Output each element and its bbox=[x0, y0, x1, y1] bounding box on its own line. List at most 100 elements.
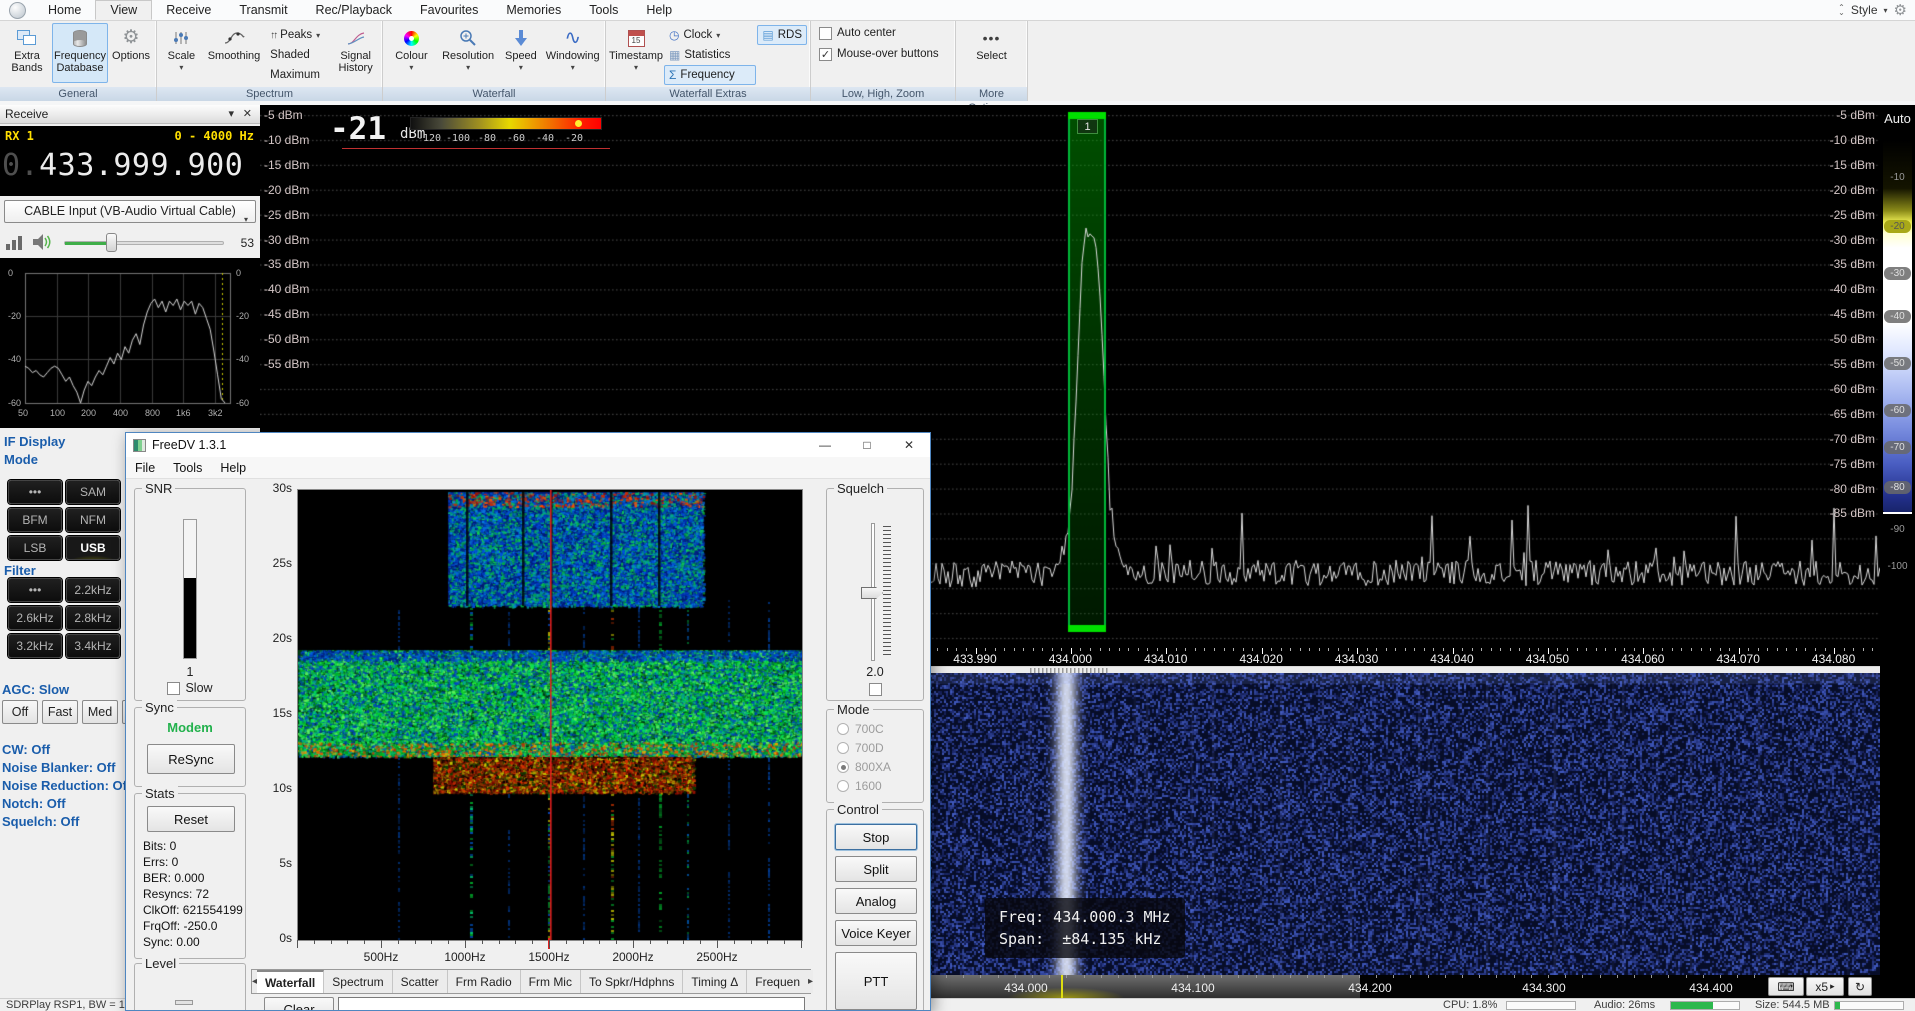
app-menu-button[interactable] bbox=[0, 0, 34, 20]
tab-timing[interactable]: Timing Δ bbox=[683, 970, 747, 993]
gauge-gradient-strip[interactable] bbox=[1883, 140, 1912, 512]
select-button[interactable]: ••• Select bbox=[964, 23, 1020, 83]
smoothing-button[interactable]: Smoothing bbox=[204, 23, 264, 83]
statistics-button[interactable]: ▦Statistics bbox=[664, 45, 756, 65]
tab-frm-radio[interactable]: Frm Radio bbox=[448, 970, 521, 993]
radio-800xa[interactable]: 800XA bbox=[837, 760, 891, 774]
freedv-window[interactable]: FreeDV 1.3.1 — □ ✕ File Tools Help SNR 1… bbox=[125, 432, 931, 1011]
mode-button-usb[interactable]: USB bbox=[66, 536, 120, 560]
timestamp-button[interactable]: 15 Timestamp ▾ bbox=[609, 23, 663, 83]
gear-icon[interactable]: ⚙ bbox=[1894, 1, 1907, 19]
filter-button-2-8[interactable]: 2.8kHz bbox=[66, 606, 120, 630]
tab-frm-mic[interactable]: Frm Mic bbox=[521, 970, 581, 993]
gauge-auto-label[interactable]: Auto bbox=[1880, 111, 1915, 126]
mode-button-lsb[interactable]: LSB bbox=[8, 536, 62, 560]
filter-button-2-2[interactable]: 2.2kHz bbox=[66, 578, 120, 602]
freedv-waterfall-canvas[interactable] bbox=[297, 489, 803, 941]
squelch-status-label[interactable]: Squelch: Off bbox=[2, 814, 79, 829]
recenter-button[interactable]: ↻ bbox=[1848, 977, 1872, 996]
ribbon-tab-view[interactable]: View bbox=[95, 0, 152, 20]
tab-spectrum[interactable]: Spectrum bbox=[324, 970, 392, 993]
voice-keyer-button[interactable]: Voice Keyer bbox=[835, 920, 917, 946]
notch-status-label[interactable]: Notch: Off bbox=[2, 796, 66, 811]
shaded-button[interactable]: Shaded bbox=[265, 45, 331, 65]
agc-button-med[interactable]: Med bbox=[82, 700, 118, 724]
ribbon-tab-rec-playback[interactable]: Rec/Playback bbox=[302, 0, 406, 20]
receive-panel-header[interactable]: Receive ▾ ✕ bbox=[0, 105, 260, 124]
chevron-down-icon[interactable]: ▾ bbox=[228, 105, 234, 124]
extra-bands-button[interactable]: Extra Bands bbox=[3, 23, 51, 83]
ptt-button[interactable]: PTT bbox=[835, 952, 917, 1010]
ribbon-tab-home[interactable]: Home bbox=[34, 0, 95, 20]
signal-level-gauge[interactable]: Auto -10-20-30-40-50-60-70-80-90-100 bbox=[1880, 105, 1915, 998]
frequency-database-button[interactable]: Frequency Database bbox=[52, 23, 108, 83]
mode-button-bfm[interactable]: BFM bbox=[8, 508, 62, 532]
mode-button-more[interactable]: ••• bbox=[8, 480, 62, 504]
ribbon-tab-memories[interactable]: Memories bbox=[492, 0, 575, 20]
ribbon-tab-tools[interactable]: Tools bbox=[575, 0, 632, 20]
analog-button[interactable]: Analog bbox=[835, 888, 917, 914]
windowing-button[interactable]: ∿ Windowing ▾ bbox=[543, 23, 602, 83]
stop-button[interactable]: Stop bbox=[835, 824, 917, 850]
radio-1600[interactable]: 1600 bbox=[837, 779, 882, 793]
keyboard-entry-button[interactable]: ⌨ bbox=[1768, 977, 1804, 996]
maximize-button[interactable]: □ bbox=[846, 433, 888, 457]
agc-button-fast[interactable]: Fast bbox=[42, 700, 78, 724]
ribbon-tab-help[interactable]: Help bbox=[632, 0, 686, 20]
tab-scatter[interactable]: Scatter bbox=[393, 970, 448, 993]
tab-frequency[interactable]: Frequen bbox=[747, 970, 808, 993]
noise-blanker-status-label[interactable]: Noise Blanker: Off bbox=[2, 760, 115, 775]
mouse-over-buttons-checkbox[interactable]: ✓Mouse-over buttons bbox=[819, 44, 939, 64]
clock-button[interactable]: ◷Clock▾ bbox=[664, 25, 756, 45]
ribbon-tab-receive[interactable]: Receive bbox=[152, 0, 225, 20]
clear-button[interactable]: Clear bbox=[264, 997, 334, 1011]
options-button[interactable]: ⚙ Options bbox=[109, 23, 153, 83]
filter-button-more[interactable]: ••• bbox=[8, 578, 62, 602]
zoom-step-button[interactable]: x5▸ bbox=[1806, 977, 1844, 996]
close-icon[interactable]: ✕ bbox=[243, 105, 252, 124]
colour-button[interactable]: Colour ▾ bbox=[386, 23, 437, 83]
filter-button-2-6[interactable]: 2.6kHz bbox=[8, 606, 62, 630]
squelch-slider-handle[interactable] bbox=[861, 587, 883, 599]
frequency-display[interactable]: RX 1 0 - 4000 Hz 0.433.999.900 bbox=[0, 126, 260, 196]
resolution-button[interactable]: Resolution ▾ bbox=[438, 23, 499, 83]
maximum-button[interactable]: Maximum bbox=[265, 65, 331, 85]
noise-reduction-status-label[interactable]: Noise Reduction: Off bbox=[2, 778, 131, 793]
filter-button-3-4[interactable]: 3.4kHz bbox=[66, 634, 120, 658]
volume-slider-handle[interactable] bbox=[106, 233, 117, 252]
style-menu[interactable]: Style bbox=[1851, 3, 1878, 17]
resync-button[interactable]: ReSync bbox=[147, 744, 235, 774]
split-button[interactable]: Split bbox=[835, 856, 917, 882]
frequency-button[interactable]: ΣFrequency bbox=[664, 65, 756, 85]
agc-button-off[interactable]: Off bbox=[2, 700, 38, 724]
tab-to-spkr[interactable]: To Spkr/Hdphns bbox=[581, 970, 683, 993]
level-slider-handle[interactable] bbox=[175, 1000, 193, 1005]
tab-waterfall[interactable]: Waterfall bbox=[257, 970, 324, 993]
cw-status-label[interactable]: CW: Off bbox=[2, 742, 50, 757]
menu-help[interactable]: Help bbox=[211, 461, 255, 475]
scale-button[interactable]: Scale ▾ bbox=[160, 23, 203, 83]
mode-button-nfm[interactable]: NFM bbox=[66, 508, 120, 532]
text-output-field[interactable] bbox=[338, 997, 805, 1011]
peaks-button[interactable]: ↑↑Peaks▾ bbox=[265, 25, 331, 45]
speed-button[interactable]: Speed ▾ bbox=[499, 23, 542, 83]
minimize-button[interactable]: — bbox=[804, 433, 846, 457]
menu-tools[interactable]: Tools bbox=[164, 461, 211, 475]
ribbon-tab-favourites[interactable]: Favourites bbox=[406, 0, 492, 20]
channel-marker-badge[interactable]: 1 bbox=[1077, 119, 1098, 134]
auto-center-checkbox[interactable]: Auto center bbox=[819, 23, 896, 43]
collapse-ribbon-icon[interactable]: ⌃⌄ bbox=[1838, 5, 1845, 15]
rds-button[interactable]: ▤RDS bbox=[757, 25, 807, 45]
tab-scroll-right-icon[interactable]: ▸ bbox=[808, 970, 813, 993]
radio-700d[interactable]: 700D bbox=[837, 741, 884, 755]
mode-button-sam[interactable]: SAM bbox=[66, 480, 120, 504]
radio-700c[interactable]: 700C bbox=[837, 722, 884, 736]
menu-file[interactable]: File bbox=[126, 461, 164, 475]
snr-slow-checkbox[interactable]: Slow bbox=[135, 681, 245, 695]
ribbon-tab-transmit[interactable]: Transmit bbox=[225, 0, 301, 20]
squelch-enable-checkbox[interactable] bbox=[827, 683, 923, 696]
reset-button[interactable]: Reset bbox=[147, 806, 235, 832]
signal-history-button[interactable]: Signal History bbox=[332, 23, 379, 83]
close-button[interactable]: ✕ bbox=[888, 433, 930, 457]
filter-button-3-2[interactable]: 3.2kHz bbox=[8, 634, 62, 658]
